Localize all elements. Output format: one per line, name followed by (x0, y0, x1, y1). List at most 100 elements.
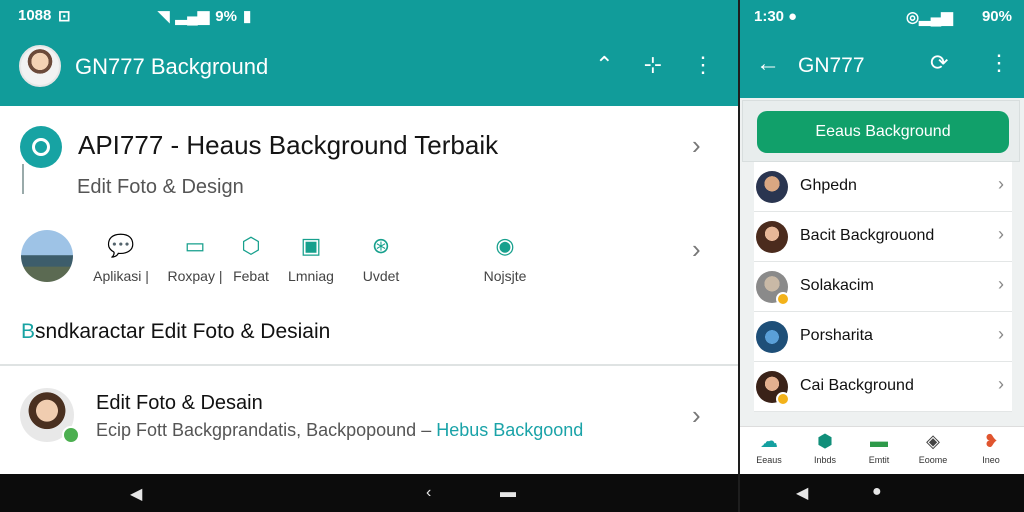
cloud-icon: ☁ (760, 431, 778, 451)
battery-icon: ▮ (242, 8, 252, 25)
chevron-right-icon: › (998, 374, 1004, 394)
share-icon[interactable]: ⊹ (644, 52, 662, 78)
category-nojsjte[interactable]: ◉ Nojsjte (470, 230, 540, 284)
right-system-nav: ◀ ● (740, 474, 1024, 512)
hero-card[interactable]: API777 - Heaus Background Terbaik Edit F… (0, 106, 738, 364)
list-item-name: Solakacim (800, 277, 874, 294)
primary-background-button[interactable]: Eeaus Background (757, 111, 1009, 153)
category-label: Uvdet (362, 268, 400, 284)
left-screen: 1088 ⊡ ◥ ▂▄▆ 9% ▮ GN777 Background ⌃ ⊹ ⋮… (0, 0, 738, 512)
dual-screen-composite: 1088 ⊡ ◥ ▂▄▆ 9% ▮ GN777 Background ⌃ ⊹ ⋮… (0, 0, 1024, 512)
chevron-right-icon[interactable]: › (692, 400, 701, 431)
badge-icon (776, 292, 790, 306)
refresh-icon[interactable]: ⟳ (930, 50, 948, 76)
status-icons: ◥ ▂▄▆ 9% ▮ (158, 7, 252, 26)
chevron-right-icon[interactable]: › (692, 234, 701, 265)
tab-ineo[interactable]: ❥ Ineo (966, 431, 1016, 465)
profile-avatar[interactable] (19, 45, 61, 87)
category-label: Nojsjte (483, 268, 527, 284)
avatar (756, 221, 788, 253)
nav-recents-icon[interactable]: ▬ (500, 484, 516, 502)
status-time: 1088 (18, 7, 52, 24)
tab-label: Eoome (918, 455, 948, 465)
more-vert-icon[interactable]: ⋮ (692, 52, 714, 78)
nav-home-icon[interactable]: ● (872, 483, 882, 501)
chevron-up-icon[interactable]: ⌃ (595, 52, 613, 78)
tab-emtit[interactable]: ▬ Emtit (854, 431, 904, 465)
battery-text: 9% (215, 7, 237, 25)
tab-label: Eeaus (756, 455, 782, 465)
left-system-nav: ◀ ‹ ▬ (0, 474, 738, 512)
app-logo-icon (756, 321, 788, 353)
screen-title: GN777 (798, 54, 865, 77)
heading-cap: B (21, 320, 36, 343)
category-lmniag[interactable]: ▣ Lmniag (276, 230, 346, 284)
row-subtitle: Ecip Fott Backgprandatis, Backpopound – … (96, 420, 583, 441)
heart-icon: ❥ (983, 431, 999, 451)
list-row-edit-foto[interactable]: Edit Foto & Desain Ecip Fott Backgpranda… (0, 366, 738, 474)
contact-list: Ghpedn › Bacit Backgrouond › Solakacim ›… (754, 162, 1012, 412)
chevron-right-icon[interactable]: › (692, 130, 701, 161)
landscape-thumbnail[interactable] (21, 230, 73, 282)
left-app-bar: GN777 Background ⌃ ⊹ ⋮ (0, 34, 738, 106)
section-heading: Bsndkaractar Edit Foto & Desiain (21, 320, 330, 344)
list-item[interactable]: Porsharita › (754, 312, 1012, 362)
right-screen: 1:30 ● ◎▂▄▆ 90% ← GN777 ⟳ ⋮ Eeaus Backgr… (740, 0, 1024, 512)
wifi-icon: ◥ (158, 8, 170, 25)
bottom-tab-bar: ☁ Eeaus ⬢ Inbds ▬ Emtit ◈ Eoome ❥ Ineo (740, 426, 1024, 474)
chevron-right-icon: › (998, 274, 1004, 294)
signal-icon: ◎▂▄▆ (906, 9, 953, 26)
category-label: Lmniag (288, 268, 334, 284)
app-title: GN777 Background (75, 54, 269, 79)
network-icon: ⊛ (371, 233, 391, 258)
status-time: 1:30 (754, 8, 785, 25)
battery-percent: 90% (981, 8, 1012, 25)
tab-eoome[interactable]: ◈ Eoome (908, 431, 958, 465)
image-frame-icon: ▣ (300, 233, 322, 258)
list-item[interactable]: Ghpedn › (754, 162, 1012, 212)
list-item-name: Porsharita (800, 327, 873, 344)
category-label: Aplikasi | (93, 268, 149, 284)
appbar-actions: ⌃ ⊹ ⋮ (595, 52, 714, 78)
avatar (756, 171, 788, 203)
tab-label: Ineo (982, 455, 1000, 465)
list-item[interactable]: Solakacim › (754, 262, 1012, 312)
signal-icon: ▂▄▆ (175, 8, 210, 25)
list-item-name: Cai Background (800, 377, 914, 394)
list-item-name: Bacit Backgrouond (800, 227, 935, 244)
chevron-right-icon: › (998, 174, 1004, 194)
status-app-icon: ⊡ (58, 8, 71, 25)
button-panel: Eeaus Background (742, 100, 1020, 162)
chevron-right-icon: › (998, 224, 1004, 244)
badge-icon (776, 392, 790, 406)
online-badge-icon (62, 426, 80, 444)
list-item[interactable]: Bacit Backgrouond › (754, 212, 1012, 262)
list-item-name: Ghpedn (800, 177, 857, 194)
nav-back-icon[interactable]: ◀ (796, 483, 808, 503)
chevron-right-icon: › (998, 324, 1004, 344)
nav-back-icon[interactable]: ◀ (130, 484, 142, 504)
more-vert-icon[interactable]: ⋮ (988, 50, 1010, 76)
tab-eeaus[interactable]: ☁ Eeaus (744, 431, 794, 465)
category-aplikasi[interactable]: 💬 Aplikasi | (86, 230, 156, 284)
hero-subtitle: Edit Foto & Design (77, 176, 244, 198)
heading-rest: sndkaractar Edit Foto & Desiain (35, 320, 331, 343)
category-uvdet[interactable]: ⊛ Uvdet (346, 230, 416, 284)
diamond-icon: ◈ (926, 431, 940, 451)
row-title: Edit Foto & Desain (96, 392, 263, 414)
row-subtitle-text: Ecip Fott Backgprandatis, Backpopound – (96, 420, 437, 440)
tab-label: Emtit (868, 455, 890, 465)
list-item[interactable]: Cai Background › (754, 362, 1012, 412)
square-icon: ▬ (870, 431, 888, 451)
nav-back-chevron-icon[interactable]: ‹ (426, 484, 431, 502)
location-pin-icon (20, 126, 62, 168)
tab-label: Inbds (813, 455, 837, 465)
tab-inbds[interactable]: ⬢ Inbds (800, 431, 850, 465)
right-status-bar: 1:30 ● ◎▂▄▆ 90% (740, 0, 1024, 34)
arrow-back-icon[interactable]: ← (756, 50, 780, 78)
cube-icon: ⬢ (817, 431, 833, 451)
chart-icon: ◉ (495, 233, 515, 258)
pin-tail-decor (22, 164, 24, 194)
record-icon: ● (788, 8, 798, 25)
row-highlight-link[interactable]: Hebus Backgoond (436, 420, 583, 440)
